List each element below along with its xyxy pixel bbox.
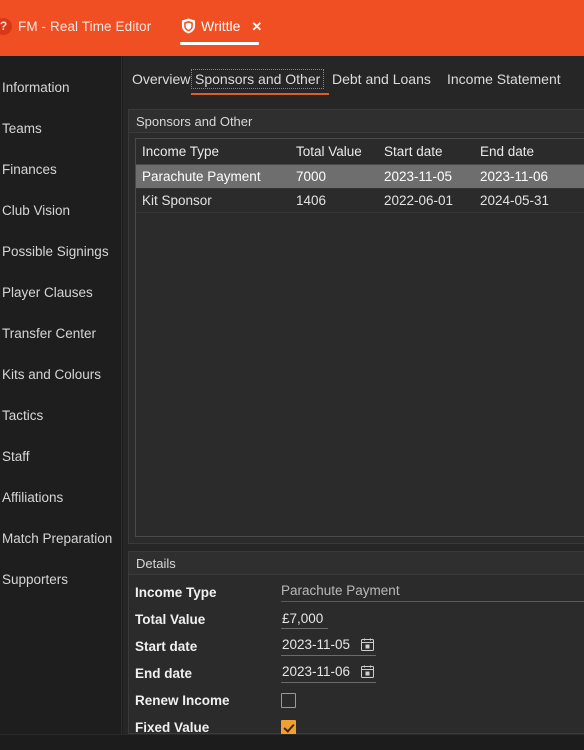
sidebar-item-label: Possible Signings [2, 244, 109, 259]
value-income-type-wrapper: Parachute Payment [281, 583, 584, 602]
details-panel-title: Details [129, 552, 584, 575]
sidebar-item-label: Player Clauses [2, 285, 93, 300]
sidebar-item-finances[interactable]: Finances [0, 149, 121, 190]
label-fixed-value: Fixed Value [135, 720, 210, 735]
table-header-row: Income Type Total Value Start date End d… [136, 139, 584, 165]
tab-strip: Overview Sponsors and Other Debt and Loa… [123, 56, 584, 104]
label-total-value: Total Value [135, 612, 206, 627]
sidebar-item-possible-signings[interactable]: Possible Signings [0, 231, 121, 272]
sidebar-item-label: Affiliations [2, 490, 64, 505]
sidebar-item-label: Information [2, 80, 70, 95]
sidebar-item-affiliations[interactable]: Affiliations [0, 477, 121, 518]
value-start-date-wrapper: 2023-11-05 [281, 637, 376, 656]
title-bar: ? FM - Real Time Editor Writtle ✕ [0, 0, 584, 56]
field-row-renew-income: Renew Income [135, 687, 584, 714]
sponsors-grid[interactable]: Income Type Total Value Start date End d… [135, 138, 584, 537]
club-tab-writtle[interactable]: Writtle ✕ [175, 15, 268, 34]
start-date-text: 2023-11-05 [282, 637, 351, 652]
sidebar-item-staff[interactable]: Staff [0, 436, 121, 477]
cell-start-date: 2022-06-01 [378, 188, 474, 213]
field-row-start-date: Start date 2023-11-05 [135, 633, 584, 660]
details-fields: Income Type Parachute Payment Total Valu… [129, 575, 584, 735]
tab-active-indicator [191, 93, 329, 95]
cell-income-type: Parachute Payment [136, 164, 290, 189]
cell-end-date: 2023-11-06 [474, 164, 584, 189]
sidebar-item-label: Club Vision [2, 203, 71, 218]
details-panel: Details Income Type Parachute Payment To… [128, 551, 584, 735]
field-row-total-value: Total Value £7,000 [135, 606, 584, 633]
sponsors-panel-title: Sponsors and Other [129, 110, 584, 133]
sidebar-item-label: Teams [2, 121, 42, 136]
total-value-input[interactable]: £7,000 [281, 611, 328, 629]
sidebar: Information Teams Finances Club Vision P… [0, 56, 122, 734]
renew-income-checkbox[interactable] [281, 693, 296, 708]
calendar-icon[interactable] [361, 665, 374, 678]
fixed-value-checkbox[interactable] [281, 720, 296, 735]
tab-label: Debt and Loans [332, 71, 431, 87]
cell-start-date: 2023-11-05 [378, 164, 474, 189]
tab-income-statement[interactable]: Income Statement [443, 69, 565, 89]
app-identity: ? FM - Real Time Editor [0, 18, 151, 35]
club-tab-active-indicator [180, 42, 259, 45]
sidebar-item-transfer-center[interactable]: Transfer Center [0, 313, 121, 354]
sponsors-and-other-panel: Sponsors and Other Income Type Total Val… [128, 109, 584, 544]
sidebar-item-label: Finances [2, 162, 57, 177]
cell-total-value: 1406 [290, 188, 378, 213]
sidebar-item-information[interactable]: Information [0, 67, 121, 108]
question-mark-icon[interactable]: ? [0, 18, 12, 35]
tab-sponsors-and-other[interactable]: Sponsors and Other [191, 69, 325, 89]
table-row[interactable]: Kit Sponsor 1406 2022-06-01 2024-05-31 [136, 188, 584, 213]
sidebar-item-tactics[interactable]: Tactics [0, 395, 121, 436]
status-bar [0, 734, 584, 750]
value-income-type: Parachute Payment [281, 583, 584, 602]
sidebar-item-supporters[interactable]: Supporters [0, 559, 121, 600]
sidebar-item-label: Match Preparation [2, 531, 113, 546]
value-end-date-wrapper: 2023-11-06 [281, 664, 376, 683]
end-date-text: 2023-11-06 [282, 664, 351, 679]
close-icon[interactable]: ✕ [251, 20, 262, 33]
sidebar-item-match-preparation[interactable]: Match Preparation [0, 518, 121, 559]
content-area: Overview Sponsors and Other Debt and Loa… [123, 56, 584, 735]
column-header-start-date[interactable]: Start date [378, 139, 474, 165]
club-tab-label: Writtle [201, 18, 241, 34]
main-body: Information Teams Finances Club Vision P… [0, 56, 584, 735]
cell-income-type: Kit Sponsor [136, 188, 290, 213]
label-end-date: End date [135, 666, 193, 681]
sidebar-item-label: Staff [2, 449, 30, 464]
sponsors-table: Income Type Total Value Start date End d… [136, 139, 584, 213]
table-row[interactable]: Parachute Payment 7000 2023-11-05 2023-1… [136, 164, 584, 189]
label-start-date: Start date [135, 639, 198, 654]
sidebar-item-club-vision[interactable]: Club Vision [0, 190, 121, 231]
value-fixed-value-wrapper [281, 720, 296, 735]
label-renew-income: Renew Income [135, 693, 230, 708]
column-header-income-type[interactable]: Income Type [136, 139, 290, 165]
sidebar-item-label: Kits and Colours [2, 367, 102, 382]
cell-total-value: 7000 [290, 164, 378, 189]
sidebar-item-kits-and-colours[interactable]: Kits and Colours [0, 354, 121, 395]
label-income-type: Income Type [135, 585, 217, 600]
column-header-end-date[interactable]: End date [474, 139, 584, 165]
value-total-value-wrapper: £7,000 [281, 611, 328, 629]
shield-icon [181, 18, 196, 34]
tab-label: Overview [132, 71, 191, 87]
tab-overview[interactable]: Overview [128, 69, 194, 89]
sidebar-item-label: Tactics [2, 408, 44, 423]
calendar-icon[interactable] [361, 638, 374, 651]
end-date-input[interactable]: 2023-11-06 [281, 664, 376, 683]
tab-label: Sponsors and Other [195, 71, 321, 87]
app-title: FM - Real Time Editor [18, 19, 152, 34]
sidebar-item-player-clauses[interactable]: Player Clauses [0, 272, 121, 313]
column-header-total-value[interactable]: Total Value [290, 139, 378, 165]
field-row-end-date: End date 2023-11-06 [135, 660, 584, 687]
sidebar-item-teams[interactable]: Teams [0, 108, 121, 149]
tab-label: Income Statement [447, 71, 561, 87]
start-date-input[interactable]: 2023-11-05 [281, 637, 376, 656]
sidebar-item-label: Transfer Center [2, 326, 97, 341]
value-renew-income-wrapper [281, 693, 296, 708]
cutoff-overlay-text [0, 0, 584, 1]
tab-debt-and-loans[interactable]: Debt and Loans [328, 69, 435, 89]
sidebar-item-label: Supporters [2, 572, 69, 587]
field-row-income-type: Income Type Parachute Payment [135, 579, 584, 606]
cell-end-date: 2024-05-31 [474, 188, 584, 213]
